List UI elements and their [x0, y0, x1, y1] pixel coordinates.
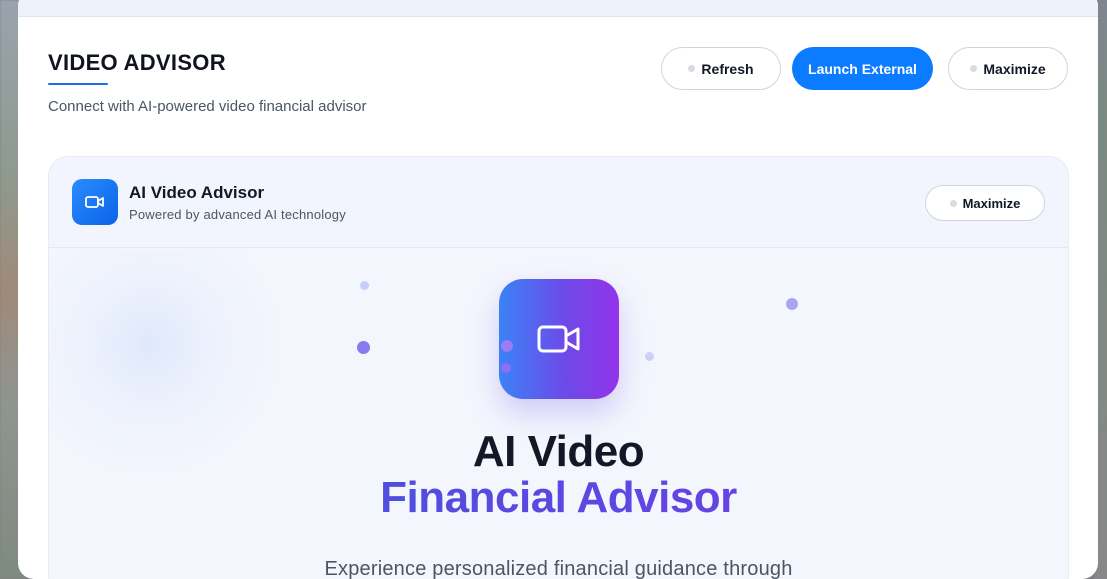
maximize-label: Maximize [983, 60, 1046, 77]
maximize-icon [970, 65, 978, 72]
card-subtitle: Powered by advanced AI technology [129, 207, 346, 222]
card-title: AI Video Advisor [129, 183, 265, 202]
refresh-icon [688, 65, 696, 72]
video-advisor-modal: VIDEO ADVISOR Connect with AI-powered vi… [18, 0, 1098, 579]
maximize-button[interactable]: Maximize [948, 47, 1068, 90]
decorative-orb [645, 352, 654, 361]
video-advisor-card: AI Video Advisor Powered by advanced AI … [48, 156, 1069, 579]
card-header: AI Video Advisor Powered by advanced AI … [49, 157, 1068, 248]
decorative-orb [501, 340, 513, 352]
hero-video-icon [499, 279, 619, 399]
decorative-orb [360, 281, 369, 290]
refresh-label: Refresh [701, 60, 754, 77]
decorative-orb [357, 341, 370, 354]
maximize-icon [949, 199, 957, 207]
decorative-orb [501, 363, 511, 373]
refresh-button[interactable]: Refresh [661, 47, 781, 90]
card-maximize-label: Maximize [962, 195, 1021, 211]
video-camera-icon [72, 179, 118, 225]
title-underline [48, 83, 108, 85]
hero-title-line1: AI Video [472, 427, 645, 476]
hero-description: Experience personalized financial guidan… [324, 558, 793, 579]
hero-title-line2: Financial Advisor [49, 473, 1068, 523]
card-maximize-button[interactable]: Maximize [925, 185, 1045, 221]
modal-top-bar [18, 0, 1098, 17]
decorative-orb [786, 298, 798, 310]
page-subtitle: Connect with AI-powered video financial … [48, 98, 367, 115]
launch-external-label: Launch External [808, 60, 917, 77]
launch-external-button[interactable]: Launch External [792, 47, 933, 90]
page-title: VIDEO ADVISOR [48, 50, 226, 75]
